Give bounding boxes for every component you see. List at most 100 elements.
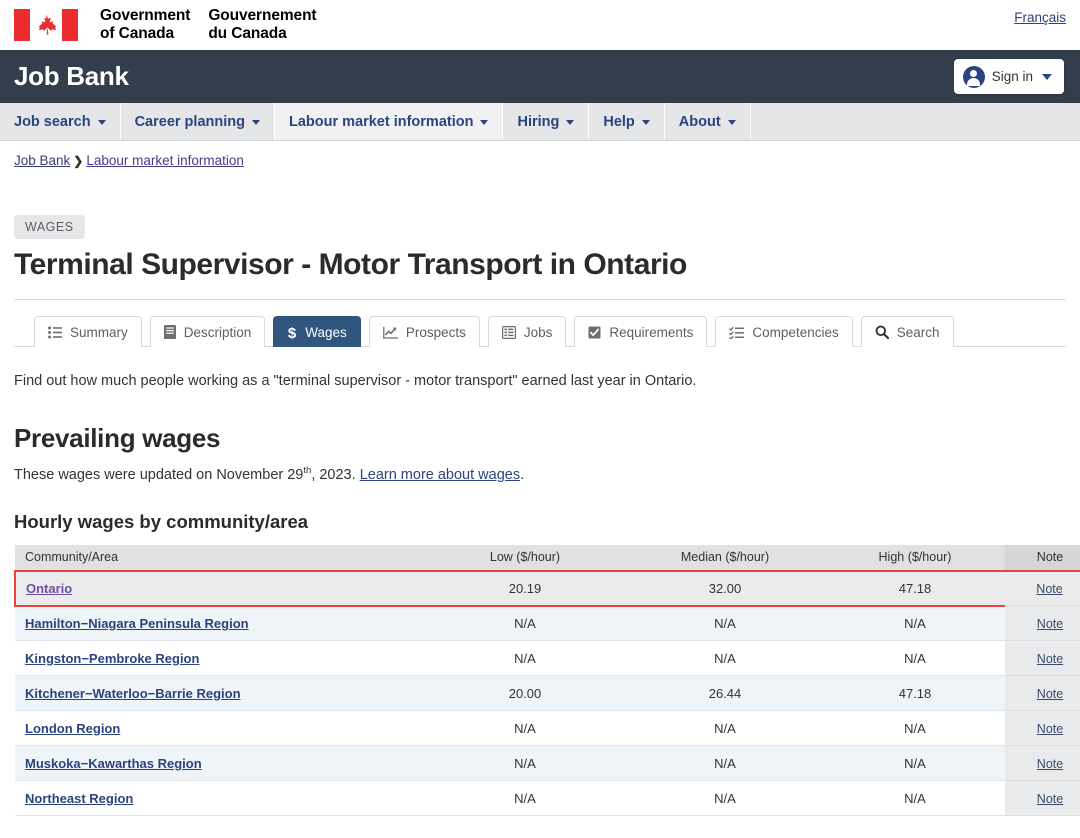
cell-median: N/A	[625, 605, 825, 642]
column-header-high: High ($/hour)	[825, 544, 1005, 571]
community-area-link[interactable]: Northeast Region	[25, 791, 133, 806]
tab-requirements[interactable]: Requirements	[574, 316, 708, 347]
breadcrumb-item-job-bank[interactable]: Job Bank	[14, 153, 70, 168]
cell-low: N/A	[425, 780, 625, 817]
table-row: Ontario 20.19 32.00 47.18 Note	[14, 569, 1080, 607]
note-link[interactable]: Note	[1037, 617, 1063, 631]
updated-prefix: These wages were updated on November 29	[14, 466, 304, 483]
cell-note: Note	[1005, 745, 1080, 782]
cell-median: N/A	[625, 710, 825, 747]
job-bank-brand-bar: Job Bank Sign in	[0, 50, 1080, 103]
breadcrumb-separator: ❯	[73, 154, 84, 168]
cell-median: N/A	[625, 745, 825, 782]
tab-description[interactable]: Description	[149, 316, 266, 347]
column-header-community-area: Community/Area	[15, 544, 425, 571]
community-area-link[interactable]: Kitchener−Waterloo−Barrie Region	[25, 686, 241, 701]
table-row: London Region N/A N/A N/A Note	[15, 710, 1080, 747]
chevron-down-icon	[251, 120, 260, 125]
note-link[interactable]: Note	[1036, 582, 1062, 596]
chart-line-icon	[382, 326, 398, 339]
cell-community-area: Kitchener−Waterloo−Barrie Region	[15, 675, 425, 712]
community-area-link[interactable]: Kingston−Pembroke Region	[25, 651, 199, 666]
tab-competencies[interactable]: Competencies	[715, 316, 853, 347]
book-icon	[163, 325, 176, 339]
checkbox-icon	[588, 326, 601, 339]
cell-note: Note	[1005, 640, 1080, 677]
wordmark-french: Gouvernement du Canada	[208, 6, 317, 42]
community-area-link[interactable]: Muskoka−Kawarthas Region	[25, 756, 202, 771]
cell-high: 47.18	[825, 569, 1005, 607]
search-icon	[875, 325, 889, 339]
nav-item-help[interactable]: Help	[589, 103, 665, 140]
cell-low: N/A	[425, 640, 625, 677]
section-tabs: Summary Description $ Wages Prospects Jobs Req…	[14, 315, 1066, 347]
cell-median: N/A	[625, 780, 825, 817]
tab-label: Jobs	[523, 324, 553, 340]
tab-jobs[interactable]: Jobs	[487, 316, 567, 347]
cell-community-area: Kingston−Pembroke Region	[15, 640, 425, 677]
tab-label: Requirements	[609, 324, 694, 340]
tab-label: Search	[896, 324, 940, 340]
cell-high: N/A	[825, 710, 1005, 747]
chevron-down-icon	[1042, 73, 1052, 80]
table-header: Community/Area Low ($/hour) Median ($/ho…	[15, 544, 1080, 571]
table-row: Muskoka−Kawarthas Region N/A N/A N/A Note	[15, 745, 1080, 782]
breadcrumb: Job Bank ❯ Labour market information	[0, 141, 1080, 168]
note-link[interactable]: Note	[1037, 722, 1063, 736]
nav-item-job-search[interactable]: Job search	[0, 103, 121, 140]
nav-item-hiring[interactable]: Hiring	[503, 103, 590, 140]
cell-high: N/A	[825, 745, 1005, 782]
note-link[interactable]: Note	[1037, 687, 1063, 701]
note-link[interactable]: Note	[1037, 757, 1063, 771]
cell-high: 47.18	[825, 675, 1005, 712]
chevron-down-icon	[641, 120, 650, 125]
cell-note: Note	[1005, 605, 1080, 642]
nav-item-about[interactable]: About	[665, 103, 751, 140]
cell-community-area: London Region	[15, 710, 425, 747]
list-icon	[48, 326, 62, 339]
tab-wages[interactable]: $ Wages	[273, 316, 361, 347]
cell-community-area: Muskoka−Kawarthas Region	[15, 745, 425, 782]
table-icon	[501, 325, 516, 339]
tab-label: Summary	[70, 324, 128, 340]
prevailing-wages-heading: Prevailing wages	[14, 423, 221, 453]
column-header-note: Note	[1005, 544, 1080, 571]
nav-item-career-planning[interactable]: Career planning	[121, 103, 275, 140]
wages-updated-text: These wages were updated on November 29t…	[14, 465, 1066, 483]
column-header-median: Median ($/hour)	[625, 544, 825, 571]
tab-label: Competencies	[752, 324, 839, 340]
note-link[interactable]: Note	[1037, 652, 1063, 666]
nav-item-labour-market-information[interactable]: Labour market information	[274, 103, 504, 140]
nav-item-label: About	[678, 113, 721, 130]
user-avatar-icon	[962, 65, 985, 88]
cell-median: 26.44	[625, 675, 825, 712]
breadcrumb-item-labour-market-information[interactable]: Labour market information	[86, 153, 244, 168]
page-category-badge: WAGES	[14, 215, 85, 239]
page-title: Terminal Supervisor - Motor Transport in…	[14, 248, 1066, 300]
cell-median: N/A	[625, 640, 825, 677]
column-header-low: Low ($/hour)	[425, 544, 625, 571]
svg-text:$: $	[288, 325, 297, 340]
sign-in-button[interactable]: Sign in	[953, 59, 1064, 94]
government-of-canada-band: Government of Canada Gouvernement du Can…	[0, 0, 1080, 50]
tab-summary[interactable]: Summary	[34, 316, 142, 347]
hourly-wages-table: Community/Area Low ($/hour) Median ($/ho…	[14, 544, 1080, 817]
cell-low: 20.00	[425, 675, 625, 712]
nav-item-label: Help	[603, 113, 635, 130]
tab-prospects[interactable]: Prospects	[368, 316, 480, 347]
language-toggle-link[interactable]: Français	[1014, 10, 1066, 25]
cell-note: Note	[1005, 780, 1080, 817]
community-area-link[interactable]: Hamilton−Niagara Peninsula Region	[25, 616, 249, 631]
chevron-down-icon	[480, 120, 489, 125]
cell-community-area: Ontario	[14, 569, 425, 607]
cell-low: 20.19	[425, 569, 625, 607]
table-body: Ontario 20.19 32.00 47.18 Note Hamilton−Niaga…	[14, 569, 1080, 817]
note-link[interactable]: Note	[1037, 792, 1063, 806]
table-header-row: Community/Area Low ($/hour) Median ($/ho…	[15, 544, 1080, 571]
community-area-link[interactable]: London Region	[25, 721, 120, 736]
learn-more-about-wages-link[interactable]: Learn more about wages	[360, 467, 520, 483]
cell-note: Note	[1005, 675, 1080, 712]
table-row: Hamilton−Niagara Peninsula Region N/A N/A N…	[15, 605, 1080, 642]
tab-search[interactable]: Search	[860, 316, 954, 347]
community-area-link[interactable]: Ontario	[26, 581, 72, 596]
